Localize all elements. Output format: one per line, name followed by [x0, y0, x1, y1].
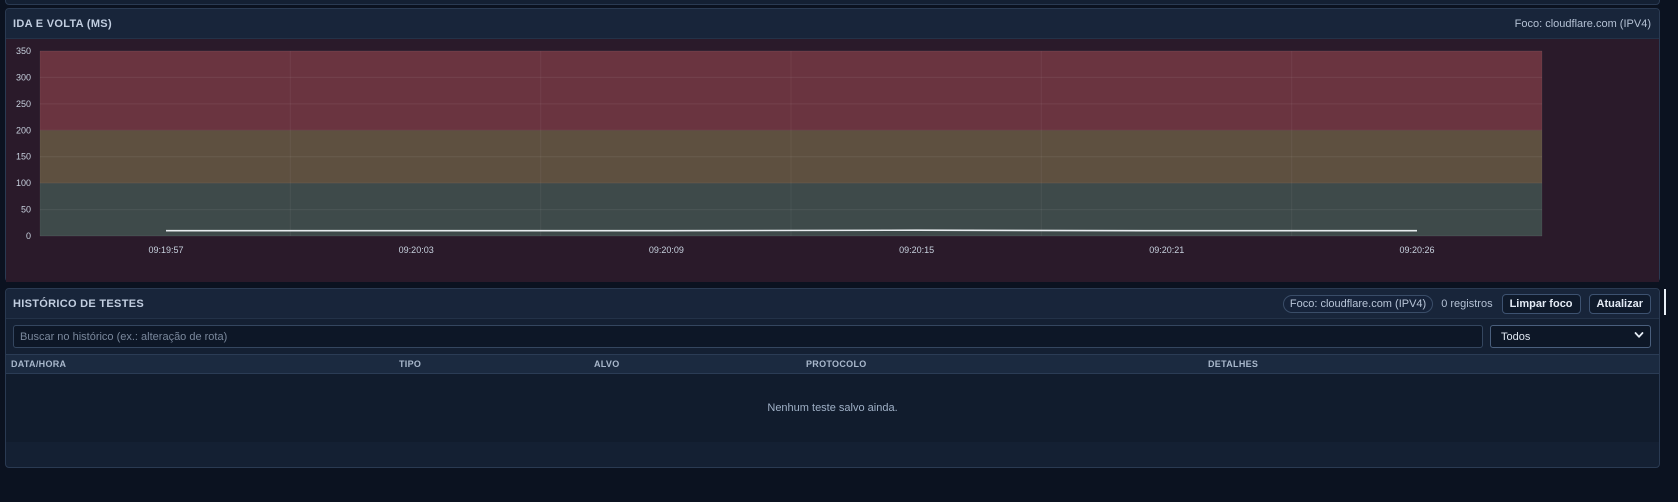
- x-tick-label: 09:20:26: [1399, 245, 1434, 255]
- previous-panel-edge: [5, 0, 1660, 5]
- y-tick-label: 250: [16, 99, 31, 109]
- refresh-button[interactable]: Atualizar: [1588, 293, 1651, 314]
- y-tick-label: 100: [16, 178, 31, 188]
- y-tick-label: 0: [26, 231, 31, 241]
- x-tick-label: 09:20:03: [399, 245, 434, 255]
- chart-focus-label: Foco: cloudflare.com (IPV4): [1514, 17, 1651, 30]
- y-tick-label: 200: [16, 125, 31, 135]
- chart-panel-title: IDA E VOLTA (MS): [13, 17, 112, 30]
- column-target[interactable]: ALVO: [589, 354, 801, 374]
- column-details[interactable]: DETALHES: [1203, 354, 1659, 374]
- history-panel: HISTÓRICO DE TESTES Foco: cloudflare.com…: [5, 288, 1660, 468]
- history-filters: Todos: [6, 319, 1659, 354]
- x-tick-label: 09:20:21: [1149, 245, 1184, 255]
- x-tick-label: 09:20:15: [899, 245, 934, 255]
- history-panel-header: HISTÓRICO DE TESTES Foco: cloudflare.com…: [6, 289, 1659, 319]
- empty-message: Nenhum teste salvo ainda.: [6, 373, 1659, 442]
- history-table: DATA/HORA TIPO ALVO PROTOCOLO DETALHES N…: [6, 354, 1659, 442]
- scroll-edge-marker: [1664, 289, 1666, 315]
- x-tick-label: 09:20:09: [649, 245, 684, 255]
- select-value: Todos: [1501, 330, 1531, 343]
- y-tick-label: 300: [16, 72, 31, 82]
- history-search-input[interactable]: [13, 325, 1483, 348]
- column-datetime[interactable]: DATA/HORA: [6, 354, 394, 374]
- column-type[interactable]: TIPO: [394, 354, 589, 374]
- rtt-line-chart: 0 50 100 150 200 250 300 350 09:19:57 09:20:03 09…: [6, 39, 1659, 282]
- chevron-down-icon: [1634, 330, 1644, 343]
- history-table-header: DATA/HORA TIPO ALVO PROTOCOLO DETALHES: [6, 354, 1659, 374]
- clear-focus-button[interactable]: Limpar foco: [1501, 293, 1581, 314]
- history-controls: Foco: cloudflare.com (IPV4) 0 registros …: [1282, 293, 1651, 314]
- history-panel-title: HISTÓRICO DE TESTES: [13, 297, 144, 310]
- chart-panel-header: IDA E VOLTA (MS) Foco: cloudflare.com (I…: [6, 9, 1659, 39]
- x-tick-label: 09:19:57: [148, 245, 183, 255]
- empty-row: Nenhum teste salvo ainda.: [6, 373, 1659, 442]
- series-line-0: [166, 229, 1417, 232]
- column-protocol[interactable]: PROTOCOLO: [801, 354, 1203, 374]
- history-type-select[interactable]: Todos: [1490, 325, 1651, 348]
- y-tick-label: 350: [16, 46, 31, 56]
- records-count: 0 registros: [1441, 297, 1493, 310]
- y-tick-label: 150: [16, 152, 31, 162]
- rtt-chart-panel: IDA E VOLTA (MS) Foco: cloudflare.com (I…: [5, 8, 1660, 282]
- y-tick-label: 50: [21, 205, 31, 215]
- focus-pill: Foco: cloudflare.com (IPV4): [1282, 294, 1434, 313]
